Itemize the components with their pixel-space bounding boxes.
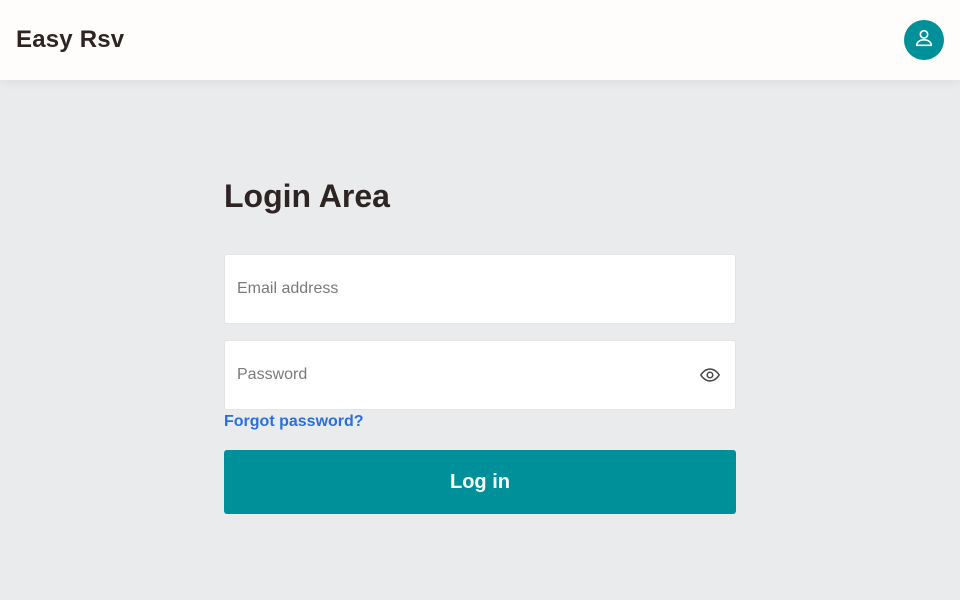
top-bar: Easy Rsv <box>0 0 960 80</box>
password-input[interactable] <box>237 341 698 409</box>
email-input[interactable] <box>237 255 723 323</box>
eye-icon[interactable] <box>698 363 722 387</box>
user-icon <box>913 27 935 54</box>
user-avatar-button[interactable] <box>904 20 944 60</box>
email-field-container <box>224 254 736 324</box>
forgot-password-link[interactable]: Forgot password? <box>224 413 364 431</box>
brand-name: Easy Rsv <box>16 26 125 53</box>
login-button[interactable]: Log in <box>224 450 736 514</box>
password-field-container <box>224 340 736 410</box>
page-title: Login Area <box>224 178 390 214</box>
